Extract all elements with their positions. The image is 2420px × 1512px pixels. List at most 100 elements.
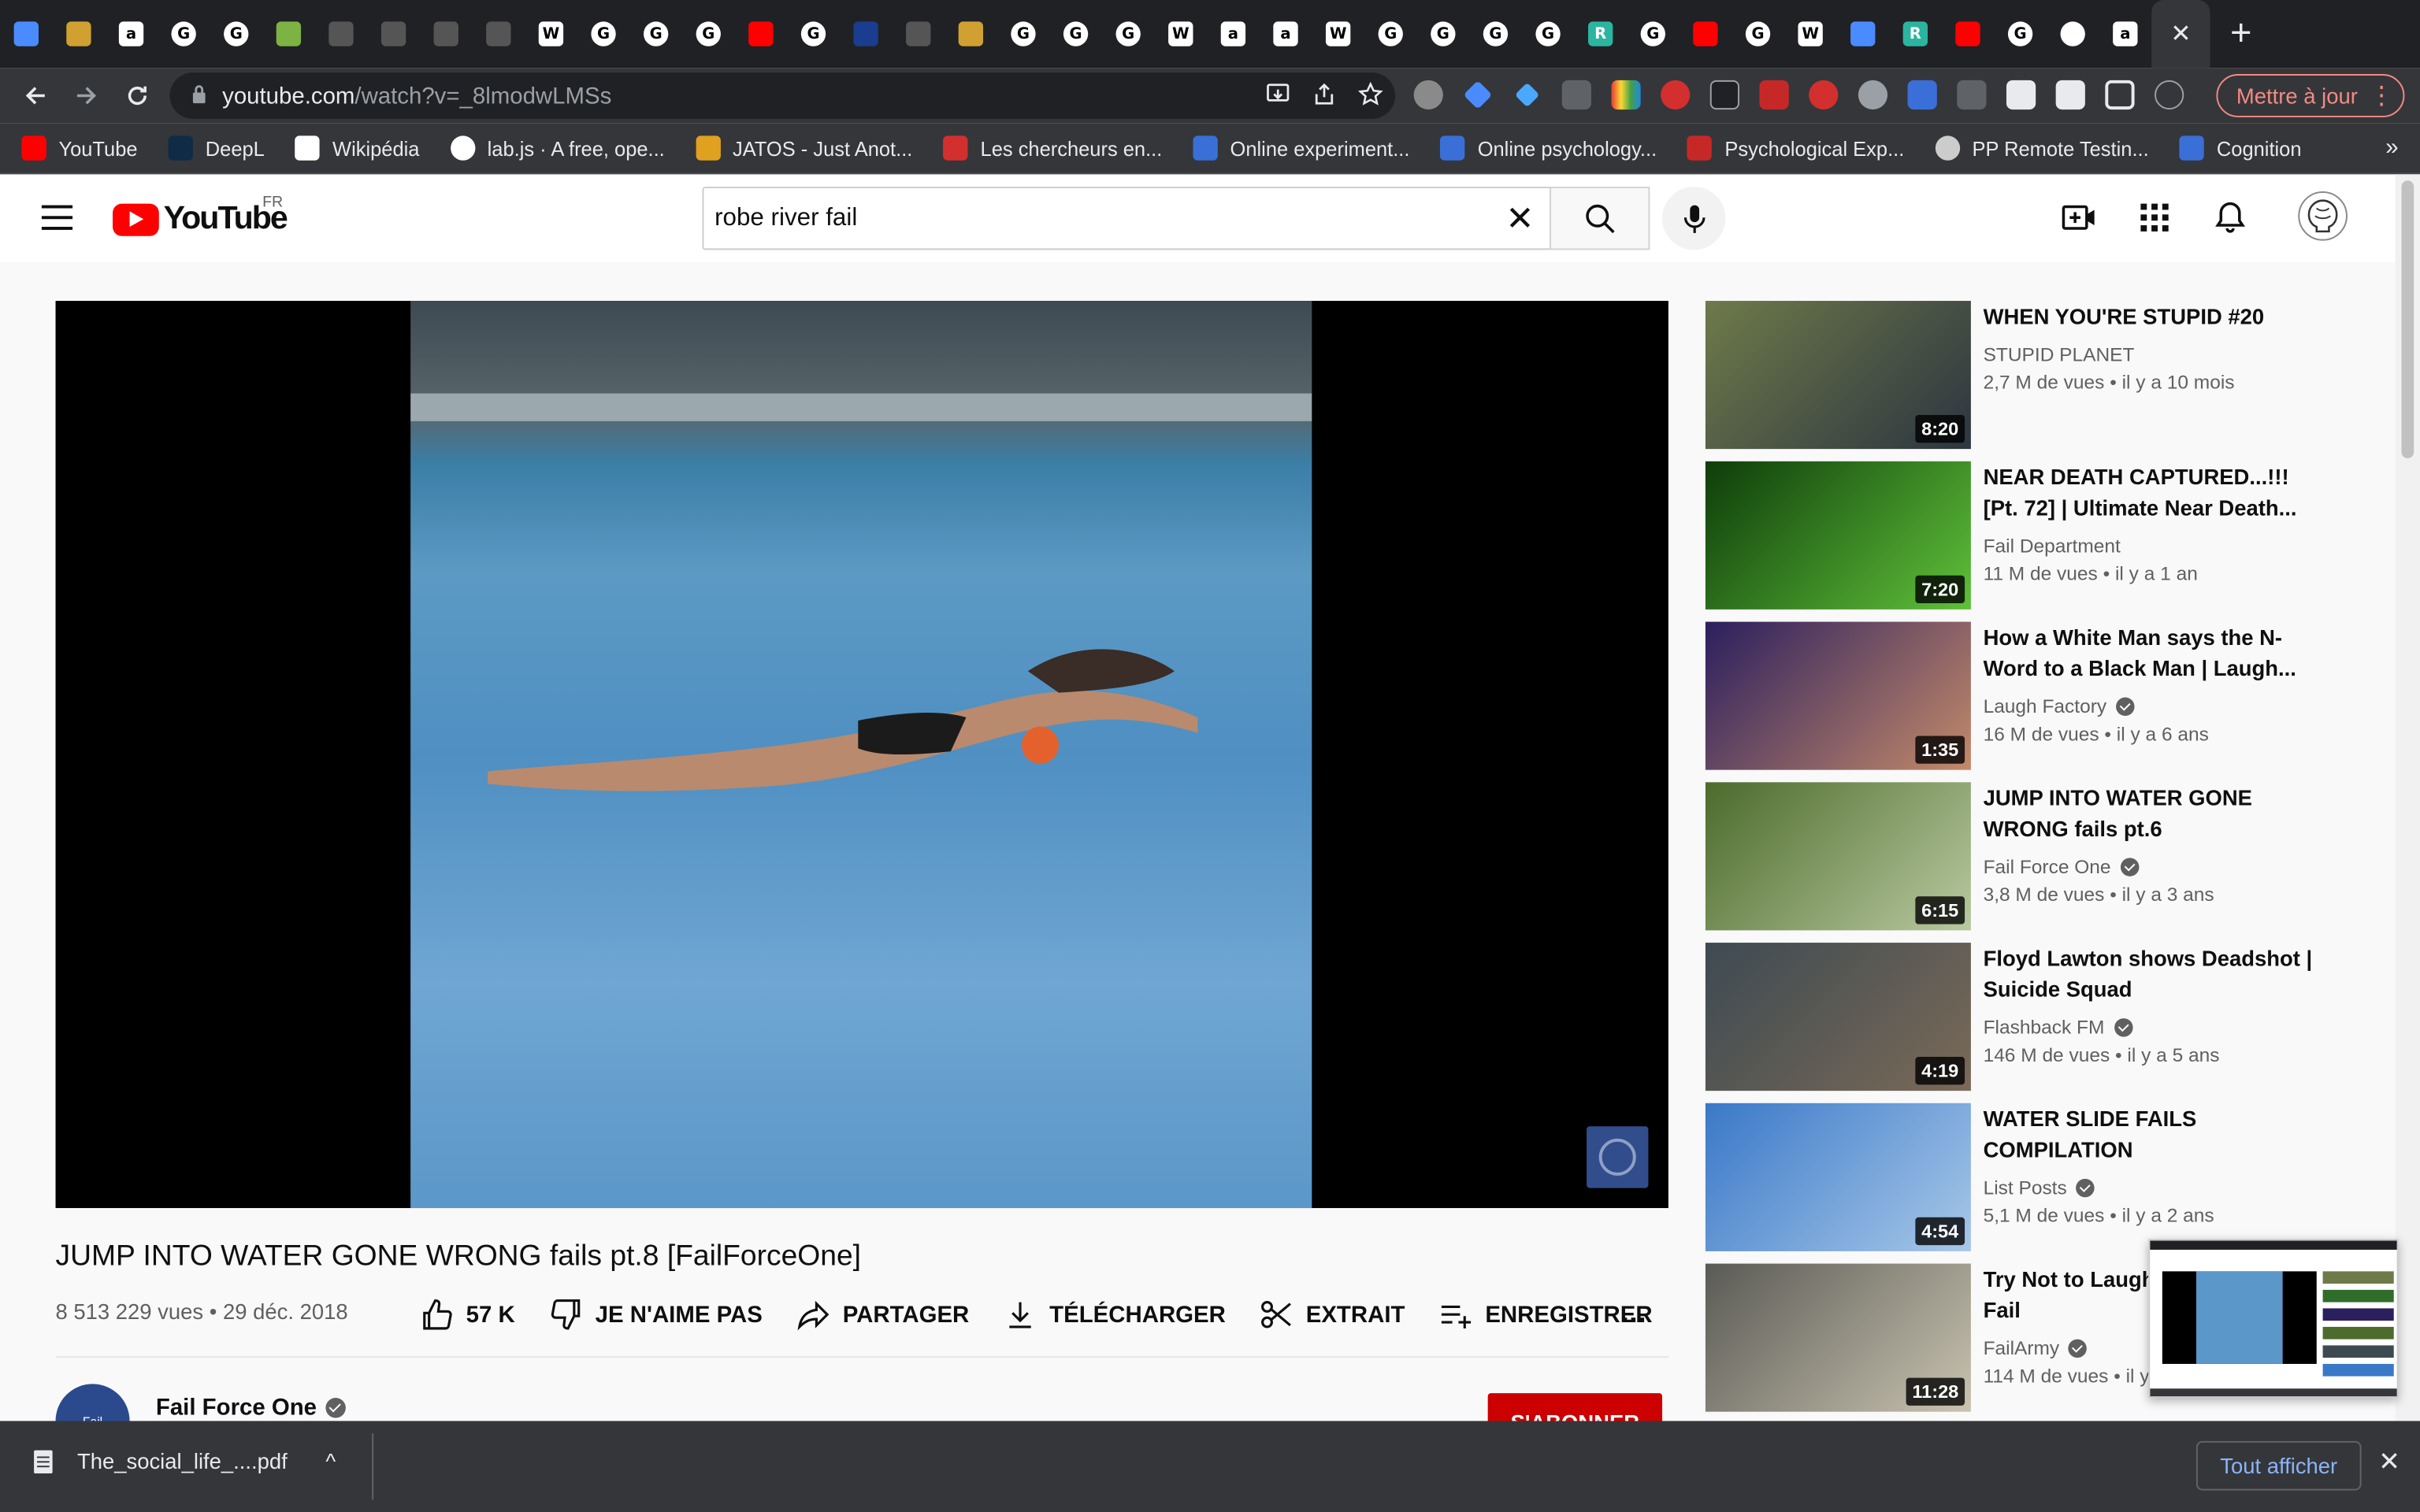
video-thumbnail[interactable]: 8:20 bbox=[1705, 301, 1971, 450]
search-button[interactable] bbox=[1550, 187, 1650, 250]
recommended-channel[interactable]: STUPID PLANET bbox=[1984, 344, 2135, 365]
browser-tab[interactable] bbox=[473, 0, 525, 68]
extension-icon[interactable] bbox=[1858, 80, 1888, 110]
recommended-video[interactable]: 1:35 How a White Man says the N-Word to a… bbox=[1705, 621, 2369, 770]
browser-tab[interactable]: R bbox=[1574, 0, 1627, 68]
gem-icon[interactable] bbox=[1514, 82, 1540, 108]
recommended-video[interactable]: 6:15 JUMP INTO WATER GONE WRONG fails pt.… bbox=[1705, 782, 2369, 931]
close-icon[interactable]: ✕ bbox=[2170, 19, 2191, 50]
browser-tab[interactable]: G bbox=[1469, 0, 1522, 68]
browser-tab[interactable] bbox=[735, 0, 788, 68]
bookmark-item[interactable]: YouTube bbox=[21, 135, 138, 161]
browser-tab[interactable] bbox=[1836, 0, 1889, 68]
recommended-video[interactable]: 8:20 WHEN YOU'RE STUPID #20 STUPID PLANET 2… bbox=[1705, 301, 2369, 450]
browser-tab[interactable] bbox=[945, 0, 997, 68]
profile-icon[interactable] bbox=[2155, 80, 2184, 110]
browser-tab[interactable]: G bbox=[1627, 0, 1680, 68]
browser-tab[interactable]: a bbox=[1207, 0, 1260, 68]
bookmark-item[interactable]: PP Remote Testin... bbox=[1935, 135, 2149, 161]
browser-tab[interactable]: G bbox=[158, 0, 210, 68]
reload-button[interactable] bbox=[111, 68, 162, 124]
browser-tab[interactable]: G bbox=[1994, 0, 2047, 68]
recommended-channel[interactable]: Flashback FM bbox=[1984, 1017, 2132, 1039]
notification-bell-icon[interactable] bbox=[2212, 199, 2249, 236]
bookmark-item[interactable]: Cognition bbox=[2179, 135, 2302, 161]
browser-tab[interactable]: W bbox=[1154, 0, 1207, 68]
adblock-icon[interactable] bbox=[1809, 80, 1839, 110]
account-avatar[interactable] bbox=[2298, 191, 2348, 241]
forward-button[interactable] bbox=[60, 68, 111, 124]
browser-tab[interactable] bbox=[1680, 0, 1732, 68]
puzzle-icon[interactable] bbox=[2006, 80, 2036, 110]
recommended-channel[interactable]: Fail Department bbox=[1984, 536, 2121, 557]
recommended-video-title[interactable]: Floyd Lawton shows Deadshot | Suicide Sq… bbox=[1984, 943, 2315, 1004]
video-thumbnail[interactable]: 11:28 bbox=[1705, 1263, 1971, 1412]
video-thumbnail[interactable]: 1:35 bbox=[1705, 621, 1971, 770]
extension-icon[interactable] bbox=[1463, 80, 1493, 109]
extension-icon[interactable] bbox=[1957, 80, 1987, 110]
more-actions-icon[interactable]: ... bbox=[1620, 1296, 1646, 1332]
media-icon[interactable] bbox=[2055, 80, 2085, 110]
recommended-video[interactable]: 4:54 WATER SLIDE FAILS COMPILATION List Po… bbox=[1705, 1102, 2369, 1251]
star-icon[interactable] bbox=[1358, 81, 1383, 106]
browser-tab[interactable]: G bbox=[787, 0, 840, 68]
page-scrollbar[interactable] bbox=[2395, 174, 2420, 1421]
browser-tab[interactable]: G bbox=[1522, 0, 1575, 68]
recommended-channel[interactable]: Fail Force One bbox=[1984, 856, 2139, 878]
browser-tab[interactable]: G bbox=[997, 0, 1050, 68]
browser-tab[interactable] bbox=[840, 0, 893, 68]
browser-tab[interactable]: a bbox=[2099, 0, 2152, 68]
video-thumbnail[interactable]: 4:19 bbox=[1705, 943, 1971, 1091]
address-bar[interactable]: youtube.com /watch?v=_8lmodwLMSs bbox=[169, 72, 1396, 119]
picture-in-picture-preview[interactable] bbox=[2148, 1239, 2399, 1399]
video-player[interactable] bbox=[55, 301, 1668, 1209]
extension-icon[interactable] bbox=[1759, 80, 1789, 110]
browser-tab[interactable] bbox=[0, 0, 53, 68]
more-vert-icon[interactable]: ⋮ bbox=[2369, 80, 2393, 111]
update-button[interactable]: Mettre à jour ⋮ bbox=[2216, 74, 2405, 117]
channel-watermark[interactable] bbox=[1587, 1126, 1649, 1188]
like-button[interactable]: 57 K bbox=[420, 1298, 515, 1332]
browser-tab[interactable]: G bbox=[577, 0, 630, 68]
active-tab[interactable]: ✕ bbox=[2151, 0, 2210, 69]
browser-tab[interactable]: a bbox=[105, 0, 158, 68]
browser-tab[interactable]: G bbox=[682, 0, 735, 68]
bookmark-item[interactable]: DeepL bbox=[168, 135, 265, 161]
show-all-downloads-button[interactable]: Tout afficher bbox=[2195, 1440, 2362, 1491]
extension-icon[interactable] bbox=[1413, 80, 1443, 110]
browser-tab[interactable]: W bbox=[1312, 0, 1364, 68]
eye-icon[interactable] bbox=[1661, 80, 1691, 110]
channel-name-row[interactable]: Fail Force One bbox=[156, 1395, 347, 1421]
browser-tab[interactable]: G bbox=[629, 0, 682, 68]
browser-tab[interactable] bbox=[1942, 0, 1995, 68]
browser-tab[interactable]: a bbox=[1260, 0, 1312, 68]
clear-icon[interactable]: ✕ bbox=[1505, 201, 1534, 239]
bookmark-item[interactable]: Psychological Exp... bbox=[1687, 135, 1904, 161]
browser-tab[interactable]: G bbox=[210, 0, 262, 68]
browser-tab[interactable]: W bbox=[1784, 0, 1837, 68]
browser-tab[interactable]: G bbox=[1364, 0, 1417, 68]
search-input[interactable]: robe river fail ✕ bbox=[702, 187, 1551, 250]
recommended-channel[interactable]: List Posts bbox=[1984, 1177, 2095, 1199]
browser-tab[interactable] bbox=[420, 0, 473, 68]
share-button[interactable]: PARTAGER bbox=[796, 1298, 969, 1332]
recommended-channel[interactable]: FailArmy bbox=[1984, 1338, 2088, 1359]
recommended-video-title[interactable]: WATER SLIDE FAILS COMPILATION bbox=[1984, 1103, 2315, 1165]
bookmark-item[interactable]: lab.js · A free, ope... bbox=[450, 135, 665, 161]
bookmark-item[interactable]: JATOS - Just Anot... bbox=[695, 135, 912, 161]
browser-tab[interactable]: W bbox=[525, 0, 577, 68]
recommended-video[interactable]: 4:19 Floyd Lawton shows Deadshot | Suicid… bbox=[1705, 943, 2369, 1091]
browser-tab[interactable]: G bbox=[1731, 0, 1784, 68]
browser-tab[interactable]: G bbox=[1102, 0, 1155, 68]
extension-icon[interactable] bbox=[1709, 80, 1740, 110]
browser-tab[interactable] bbox=[53, 0, 106, 68]
browser-tab[interactable] bbox=[262, 0, 315, 68]
install-icon[interactable] bbox=[1266, 82, 1290, 106]
menu-icon[interactable] bbox=[41, 205, 73, 230]
chevron-up-icon[interactable]: ^ bbox=[325, 1449, 336, 1473]
recommended-video[interactable]: 7:20 NEAR DEATH CAPTURED...!!! [Pt. 72] |… bbox=[1705, 461, 2369, 610]
browser-tab[interactable] bbox=[892, 0, 945, 68]
browser-tab[interactable] bbox=[367, 0, 420, 68]
extension-icon[interactable] bbox=[1907, 80, 1937, 110]
bookmark-item[interactable]: Online experiment... bbox=[1193, 135, 1409, 161]
